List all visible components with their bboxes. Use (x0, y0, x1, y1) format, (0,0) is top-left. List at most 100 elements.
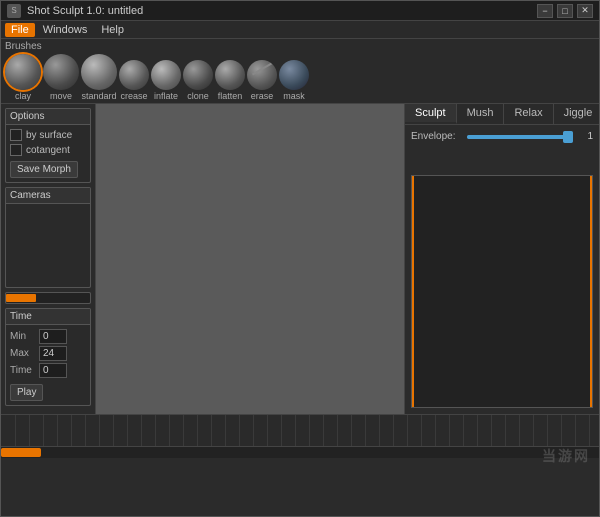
tl-line (57, 415, 58, 446)
cotangent-checkbox[interactable] (10, 144, 22, 156)
time-min-input[interactable] (39, 329, 67, 344)
tl-line (561, 415, 562, 446)
tl-line (197, 415, 198, 446)
tl-line (113, 415, 114, 446)
title-bar-controls: − □ ✕ (537, 4, 593, 18)
envelope-row: Envelope: 1 (411, 131, 593, 142)
menu-bar: File Windows Help (1, 21, 599, 39)
brush-sphere-move (43, 54, 79, 90)
brush-sphere-inflate (151, 60, 181, 90)
tab-mush[interactable]: Mush (457, 104, 505, 124)
time-section: Time Min Max Time Play (5, 308, 91, 406)
main-layout: Options by surface cotangent Save Morph … (1, 104, 599, 414)
brush-label-move: move (50, 91, 72, 101)
brush-label-erase: erase (251, 91, 274, 101)
brush-clone[interactable]: clone (183, 60, 213, 101)
menu-item-file[interactable]: File (5, 23, 35, 37)
timeline-track[interactable] (1, 415, 599, 446)
right-content: Envelope: 1 (405, 125, 599, 414)
brush-inflate[interactable]: inflate (151, 60, 181, 101)
brush-sphere-crease (119, 60, 149, 90)
close-button[interactable]: ✕ (577, 4, 593, 18)
tl-line (71, 415, 72, 446)
time-max-row: Max (10, 346, 86, 361)
brushes-row: clay move standard crease inflate clone … (5, 54, 595, 103)
brush-sphere-mask (279, 60, 309, 90)
app-icon: S (7, 4, 21, 18)
time-current-label: Time (10, 365, 35, 376)
options-body: by surface cotangent Save Morph (6, 125, 90, 182)
time-current-input[interactable] (39, 363, 67, 378)
brush-label-mask: mask (283, 91, 305, 101)
left-timeline-thumb (6, 294, 36, 302)
menu-item-help[interactable]: Help (95, 23, 130, 37)
tl-line (15, 415, 16, 446)
brush-erase[interactable]: erase (247, 60, 277, 101)
brush-sphere-clay (5, 54, 41, 90)
brush-move[interactable]: move (43, 54, 79, 101)
tl-line (295, 415, 296, 446)
play-button[interactable]: Play (10, 384, 43, 401)
brush-crease[interactable]: crease (119, 60, 149, 101)
minimize-button[interactable]: − (537, 4, 553, 18)
viewport[interactable] (96, 104, 404, 414)
tl-line (337, 415, 338, 446)
brush-clay[interactable]: clay (5, 54, 41, 101)
tab-sculpt[interactable]: Sculpt (405, 104, 457, 124)
cameras-section: Cameras (5, 187, 91, 288)
maximize-button[interactable]: □ (557, 4, 573, 18)
save-morph-button[interactable]: Save Morph (10, 161, 78, 178)
bottom-area (1, 414, 599, 458)
tl-line (281, 415, 282, 446)
brush-standard[interactable]: standard (81, 54, 117, 101)
tl-line (365, 415, 366, 446)
tab-jiggle[interactable]: Jiggle (554, 104, 600, 124)
timeline-scrollbar[interactable] (1, 446, 599, 458)
envelope-slider[interactable] (467, 135, 573, 139)
tl-line (407, 415, 408, 446)
brushes-bar: Brushes clay move standard crease inflat… (1, 39, 599, 104)
tl-line (183, 415, 184, 446)
tl-line (435, 415, 436, 446)
tl-line (533, 415, 534, 446)
right-tabs: Sculpt Mush Relax Jiggle Cloth (405, 104, 599, 125)
brush-sphere-clone (183, 60, 213, 90)
by-surface-label: by surface (26, 130, 72, 141)
tl-line (155, 415, 156, 446)
tl-line (449, 415, 450, 446)
tl-line (477, 415, 478, 446)
brush-flatten[interactable]: flatten (215, 60, 245, 101)
envelope-label: Envelope: (411, 131, 461, 142)
brush-label-inflate: inflate (154, 91, 178, 101)
time-max-input[interactable] (39, 346, 67, 361)
brush-label-clay: clay (15, 91, 31, 101)
tab-relax[interactable]: Relax (504, 104, 553, 124)
tl-line (211, 415, 212, 446)
brush-label-standard: standard (81, 91, 116, 101)
brush-sphere-flatten (215, 60, 245, 90)
time-body: Min Max Time Play (6, 325, 90, 405)
tl-line (127, 415, 128, 446)
brush-label-crease: crease (120, 91, 147, 101)
tl-scrollbar-thumb (1, 448, 41, 457)
time-title: Time (6, 309, 90, 325)
by-surface-checkbox[interactable] (10, 129, 22, 141)
envelope-fill (467, 135, 568, 139)
brush-mask[interactable]: mask (279, 60, 309, 101)
right-graph (411, 175, 593, 408)
tl-line (421, 415, 422, 446)
title-bar: S Shot Sculpt 1.0: untitled − □ ✕ (1, 1, 599, 21)
cameras-title: Cameras (6, 188, 90, 204)
tl-line (505, 415, 506, 446)
time-max-label: Max (10, 348, 35, 359)
tl-line (351, 415, 352, 446)
tl-line (589, 415, 590, 446)
menu-item-windows[interactable]: Windows (37, 23, 94, 37)
left-panel: Options by surface cotangent Save Morph … (1, 104, 96, 414)
tl-line (323, 415, 324, 446)
tl-line (309, 415, 310, 446)
brush-sphere-erase (247, 60, 277, 90)
tl-line (463, 415, 464, 446)
left-timeline[interactable] (5, 292, 91, 304)
brush-sphere-standard (81, 54, 117, 90)
